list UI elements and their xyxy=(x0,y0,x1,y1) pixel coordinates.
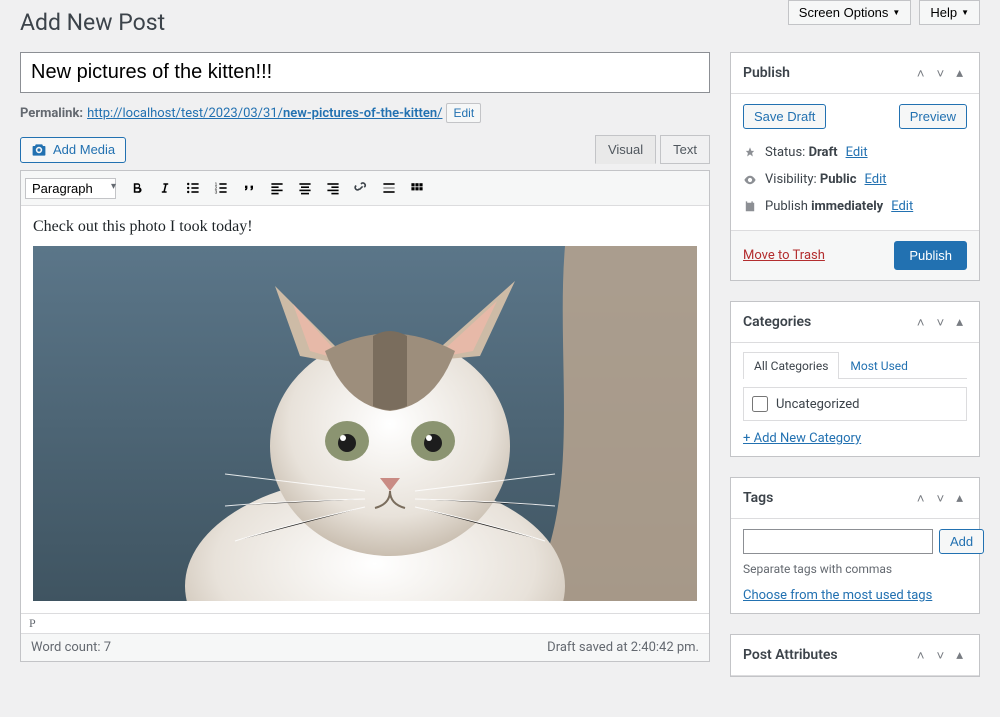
box-order-up-icon[interactable]: ˄ xyxy=(913,312,929,332)
box-toggle-icon[interactable]: ▴ xyxy=(952,645,967,665)
tab-visual[interactable]: Visual xyxy=(595,135,656,164)
post-title-input[interactable] xyxy=(20,52,710,93)
box-order-up-icon[interactable]: ˄ xyxy=(913,488,929,508)
save-draft-button[interactable]: Save Draft xyxy=(743,104,826,129)
editor-paragraph: Check out this photo I took today! xyxy=(33,218,697,236)
camera-icon xyxy=(31,142,47,158)
box-order-down-icon[interactable]: ˅ xyxy=(933,488,949,508)
word-count: Word count: 7 xyxy=(31,640,111,655)
box-order-up-icon[interactable]: ˄ xyxy=(913,63,929,83)
chevron-down-icon: ▼ xyxy=(961,8,969,17)
italic-button[interactable] xyxy=(152,175,178,201)
bullet-list-button[interactable] xyxy=(180,175,206,201)
box-order-down-icon[interactable]: ˅ xyxy=(933,63,949,83)
numbered-list-button[interactable]: 123 xyxy=(208,175,234,201)
tags-hint: Separate tags with commas xyxy=(743,562,967,576)
category-checkbox[interactable] xyxy=(752,396,768,412)
preview-button[interactable]: Preview xyxy=(899,104,967,129)
box-toggle-icon[interactable]: ▴ xyxy=(952,312,967,332)
edit-publish-date-link[interactable]: Edit xyxy=(891,199,913,214)
publish-box-title: Publish xyxy=(743,65,790,81)
box-toggle-icon[interactable]: ▴ xyxy=(952,488,967,508)
svg-text:3: 3 xyxy=(215,190,218,196)
tab-text[interactable]: Text xyxy=(660,135,710,164)
toolbar-toggle-button[interactable] xyxy=(404,175,430,201)
editor-body[interactable]: Check out this photo I took today! xyxy=(21,206,709,613)
help-button[interactable]: Help ▼ xyxy=(919,0,980,25)
categories-box-title: Categories xyxy=(743,314,811,330)
publish-box: Publish ˄ ˅ ▴ Save Draft Preview Status:… xyxy=(730,52,980,281)
category-item[interactable]: Uncategorized xyxy=(752,396,958,412)
chevron-down-icon: ▼ xyxy=(892,8,900,17)
align-right-button[interactable] xyxy=(320,175,346,201)
categories-box: Categories ˄ ˅ ▴ All Categories Most Use… xyxy=(730,301,980,457)
box-order-up-icon[interactable]: ˄ xyxy=(913,645,929,665)
move-to-trash-link[interactable]: Move to Trash xyxy=(743,248,825,263)
tags-input[interactable] xyxy=(743,529,933,554)
post-attributes-title: Post Attributes xyxy=(743,647,838,663)
align-left-button[interactable] xyxy=(264,175,290,201)
link-button[interactable] xyxy=(348,175,374,201)
tags-box-title: Tags xyxy=(743,490,773,506)
choose-tags-link[interactable]: Choose from the most used tags xyxy=(743,588,932,603)
edit-status-link[interactable]: Edit xyxy=(846,145,868,160)
tab-all-categories[interactable]: All Categories xyxy=(743,352,839,379)
editor-toolbar: Paragraph 123 xyxy=(21,171,709,206)
edit-slug-button[interactable]: Edit xyxy=(446,103,481,123)
add-new-category-link[interactable]: + Add New Category xyxy=(743,431,861,446)
pin-icon xyxy=(743,146,757,160)
permalink-link[interactable]: http://localhost/test/2023/03/31/new-pic… xyxy=(87,106,442,121)
box-order-down-icon[interactable]: ˅ xyxy=(933,645,949,665)
permalink-label: Permalink: xyxy=(20,106,83,121)
draft-saved-time: Draft saved at 2:40:42 pm. xyxy=(547,640,699,655)
edit-visibility-link[interactable]: Edit xyxy=(865,172,887,187)
calendar-icon xyxy=(743,200,757,214)
bold-button[interactable] xyxy=(124,175,150,201)
post-image[interactable] xyxy=(33,246,697,601)
add-media-button[interactable]: Add Media xyxy=(20,137,126,163)
tags-box: Tags ˄ ˅ ▴ Add Separate tags with commas… xyxy=(730,477,980,614)
insert-more-button[interactable] xyxy=(376,175,402,201)
publish-button[interactable]: Publish xyxy=(894,241,967,270)
box-order-down-icon[interactable]: ˅ xyxy=(933,312,949,332)
box-toggle-icon[interactable]: ▴ xyxy=(952,63,967,83)
visibility-icon xyxy=(743,173,757,187)
screen-options-button[interactable]: Screen Options ▼ xyxy=(788,0,912,25)
format-select[interactable]: Paragraph xyxy=(25,178,116,199)
quote-button[interactable] xyxy=(236,175,262,201)
align-center-button[interactable] xyxy=(292,175,318,201)
tab-most-used[interactable]: Most Used xyxy=(839,352,919,379)
add-tag-button[interactable]: Add xyxy=(939,529,984,554)
element-path: P xyxy=(21,613,709,633)
post-attributes-box: Post Attributes ˄ ˅ ▴ xyxy=(730,634,980,677)
